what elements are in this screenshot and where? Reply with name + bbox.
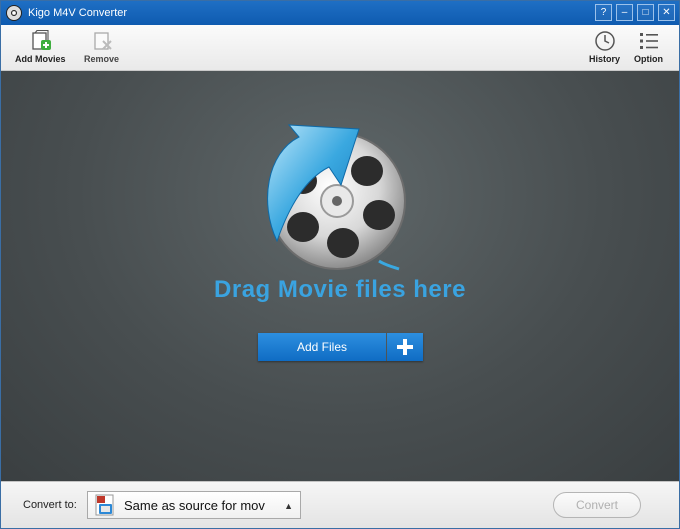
app-window: Kigo M4V Converter ? – □ ✕ Add Movies Re…	[0, 0, 680, 529]
bottom-bar: Convert to: Same as source for mov ▲ Con…	[1, 481, 679, 528]
add-movies-button[interactable]: Add Movies	[15, 30, 66, 64]
remove-icon	[93, 32, 112, 50]
option-label: Option	[634, 54, 663, 64]
remove-label: Remove	[84, 54, 120, 64]
window-controls: ? – □ ✕	[595, 4, 675, 21]
close-button[interactable]: ✕	[658, 4, 675, 21]
history-label: History	[589, 54, 621, 64]
option-button[interactable]: Option	[634, 30, 663, 64]
output-format-select[interactable]: Same as source for mov ▲	[87, 491, 301, 519]
drop-area[interactable]: Drag Movie files here Add Files	[1, 71, 679, 481]
list-icon	[639, 33, 658, 49]
mov-file-icon	[95, 494, 114, 516]
drag-hint-text: Drag Movie files here	[214, 276, 466, 303]
app-logo-icon	[6, 5, 22, 21]
maximize-button[interactable]: □	[637, 4, 654, 21]
plus-icon	[397, 339, 413, 355]
add-files-plus-button[interactable]	[387, 333, 423, 361]
output-format-value: Same as source for mov	[124, 497, 265, 513]
remove-button[interactable]: Remove	[84, 30, 119, 64]
add-files-button[interactable]: Add Files	[258, 333, 423, 361]
help-button[interactable]: ?	[595, 4, 612, 21]
history-button[interactable]: History	[589, 30, 620, 64]
toolbar: Add Movies Remove History Option	[1, 25, 679, 71]
minimize-button[interactable]: –	[616, 4, 633, 21]
convert-to-label: Convert to:	[23, 499, 77, 511]
add-movies-label: Add Movies	[15, 54, 66, 64]
window-title: Kigo M4V Converter	[28, 7, 128, 19]
convert-button[interactable]: Convert	[553, 492, 641, 518]
add-movie-icon	[32, 30, 52, 50]
film-reel-arrow-icon	[267, 124, 406, 271]
add-files-label[interactable]: Add Files	[258, 333, 386, 361]
dropdown-arrow-icon[interactable]: ▲	[284, 501, 293, 511]
title-bar: Kigo M4V Converter ? – □ ✕	[1, 1, 679, 25]
clock-icon	[594, 31, 615, 51]
